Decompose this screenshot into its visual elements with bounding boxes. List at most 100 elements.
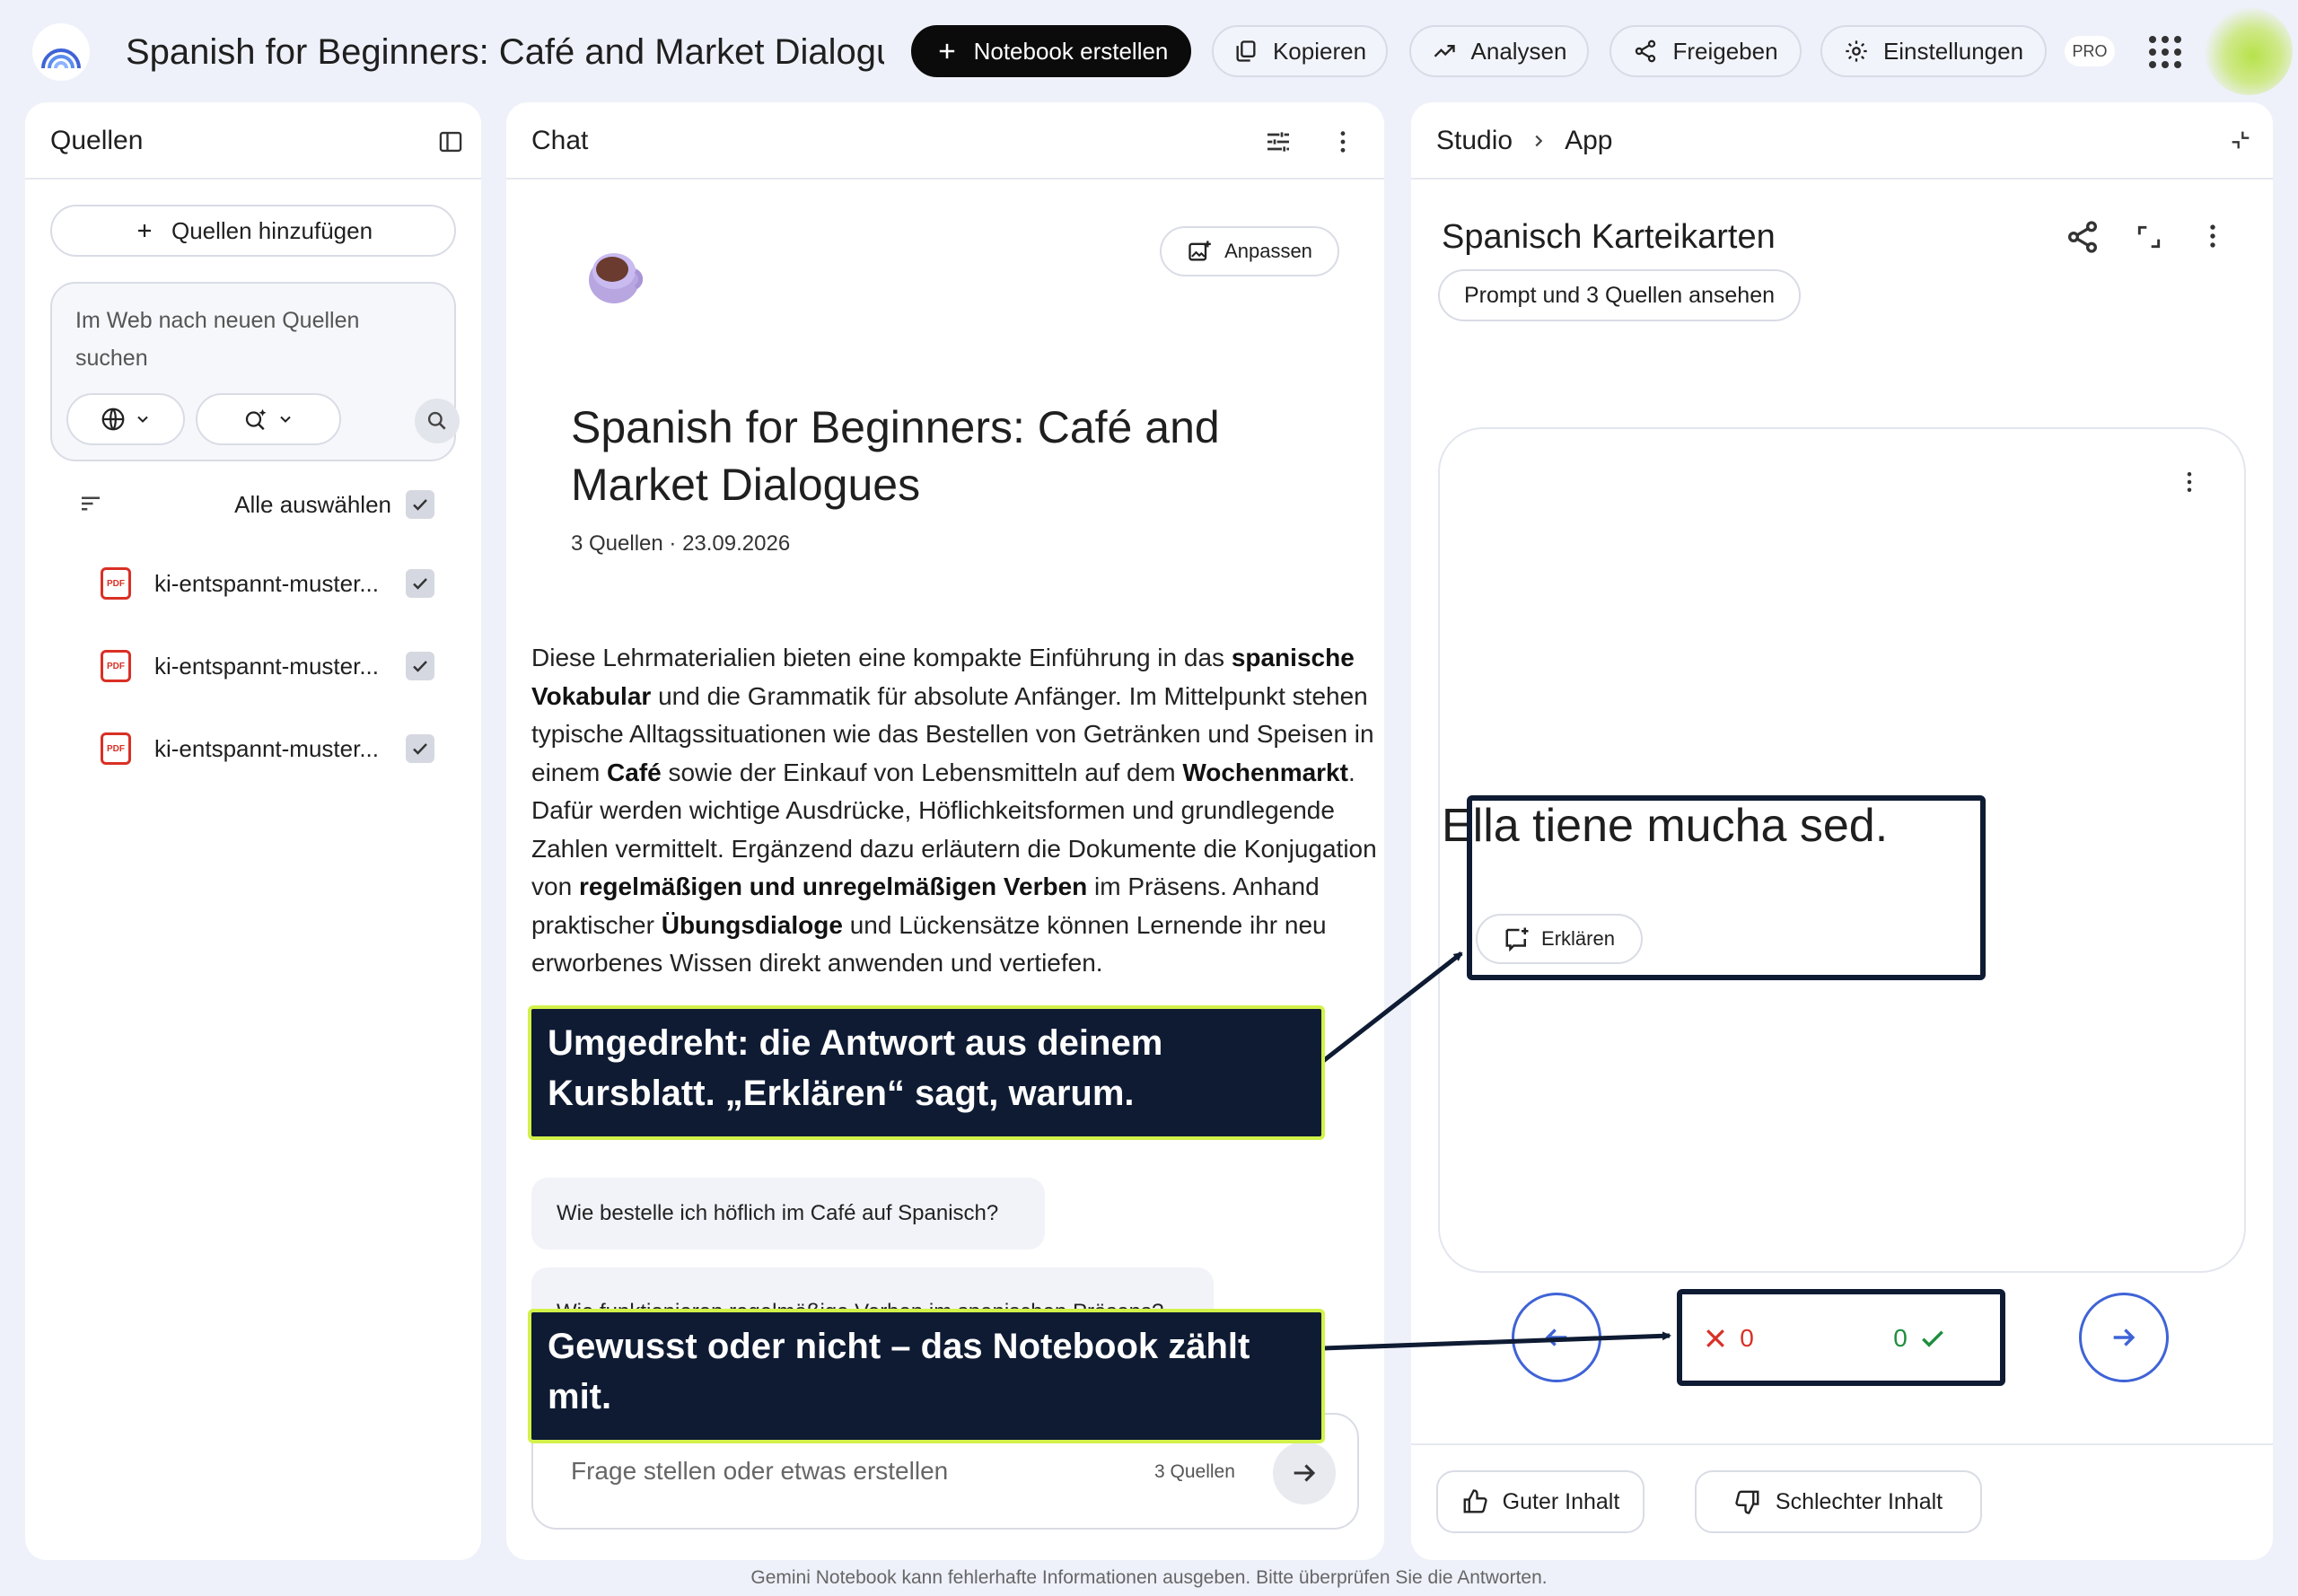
settings-label: Einstellungen bbox=[1882, 37, 2024, 65]
gear-icon bbox=[1846, 40, 1867, 62]
notebook-title[interactable]: Spanish for Beginners: Café and Market D… bbox=[126, 25, 884, 79]
web-search-input[interactable]: Im Web nach neuen Quellen suchen bbox=[75, 302, 417, 377]
summary-emphasis: Wochenmarkt bbox=[1182, 758, 1348, 786]
send-button[interactable] bbox=[1273, 1442, 1336, 1504]
copy-icon bbox=[1236, 40, 1256, 62]
app-logo[interactable] bbox=[32, 23, 90, 81]
customize-button[interactable]: Anpassen bbox=[1160, 226, 1339, 276]
user-avatar[interactable] bbox=[2205, 7, 2293, 95]
suggested-question[interactable]: Wie bestelle ich höflich im Café auf Spa… bbox=[531, 1178, 1045, 1250]
create-notebook-button[interactable]: Notebook erstellen bbox=[911, 25, 1191, 77]
arrow-left-icon bbox=[1545, 1329, 1567, 1346]
breadcrumb: Studio App bbox=[1436, 122, 1612, 160]
card-more-icon[interactable] bbox=[2176, 469, 2203, 495]
add-sources-button[interactable]: Quellen hinzufügen bbox=[50, 205, 456, 257]
filter-sort-icon[interactable] bbox=[77, 490, 104, 517]
trending-up-icon bbox=[1434, 45, 1455, 57]
select-all-row: Alle auswählen bbox=[50, 478, 456, 531]
customize-image-icon bbox=[1188, 241, 1211, 261]
research-mode-dropdown[interactable] bbox=[196, 393, 341, 445]
globe-icon bbox=[101, 408, 125, 431]
arrow-right-icon bbox=[2113, 1329, 2136, 1346]
web-search-submit-button[interactable] bbox=[415, 399, 460, 443]
annotation-highlight-score bbox=[1677, 1289, 2005, 1386]
annotation-highlight-card bbox=[1467, 795, 1986, 980]
view-prompt-sources-button[interactable]: Prompt und 3 Quellen ansehen bbox=[1438, 269, 1801, 321]
plus-icon bbox=[939, 43, 954, 59]
analytics-button[interactable]: Analysen bbox=[1409, 25, 1589, 77]
check-icon bbox=[413, 743, 427, 755]
more-vert-icon[interactable] bbox=[1329, 127, 1357, 156]
more-vert-icon[interactable] bbox=[2197, 221, 2228, 251]
pro-badge: PRO bbox=[2065, 36, 2115, 66]
customize-label: Anpassen bbox=[1224, 240, 1312, 262]
web-source-dropdown[interactable] bbox=[66, 393, 185, 445]
source-item[interactable]: PDF ki-entspannt-muster... bbox=[50, 722, 456, 776]
apps-grid-icon[interactable] bbox=[2145, 32, 2185, 72]
source-item-name: ki-entspannt-muster... bbox=[154, 570, 379, 597]
notebook-heading: Spanish for Beginners: Café and Market D… bbox=[571, 402, 1220, 510]
summary-emphasis: Café bbox=[607, 758, 662, 786]
chat-header: Chat bbox=[506, 102, 1384, 180]
source-item-checkbox[interactable] bbox=[406, 569, 434, 598]
tune-icon[interactable] bbox=[1264, 127, 1293, 156]
summary-emphasis: regelmäßigen und unregelmäßigen Verben bbox=[578, 873, 1088, 900]
share-icon[interactable] bbox=[2065, 219, 2101, 255]
thumbs-up-icon bbox=[1463, 1489, 1487, 1513]
plus-icon bbox=[137, 224, 151, 237]
settings-button[interactable]: Einstellungen bbox=[1820, 25, 2047, 77]
check-icon bbox=[413, 661, 427, 672]
check-icon bbox=[413, 499, 427, 511]
chevron-right-icon bbox=[1535, 135, 1543, 147]
search-icon bbox=[427, 411, 446, 430]
flashcards-title: Spanisch Karteikarten bbox=[1442, 218, 1776, 256]
select-all-checkbox[interactable] bbox=[406, 490, 434, 519]
sources-panel: Quellen Quellen hinzufügen Im Web nach n… bbox=[25, 102, 481, 1560]
notebook-meta: 3 Quellen · 23.09.2026 bbox=[571, 531, 791, 556]
good-content-label: Guter Inhalt bbox=[1502, 1488, 1620, 1514]
summary-emphasis: Übungsdialoge bbox=[661, 910, 843, 939]
check-icon bbox=[413, 578, 427, 590]
breadcrumb-app: App bbox=[1565, 126, 1613, 155]
add-sources-label: Quellen hinzufügen bbox=[171, 216, 373, 244]
sparkle-search-icon bbox=[245, 408, 267, 431]
chevron-down-icon bbox=[137, 416, 148, 423]
good-content-button[interactable]: Guter Inhalt bbox=[1436, 1470, 1645, 1533]
previous-card-button[interactable] bbox=[1512, 1293, 1601, 1382]
thumbs-down-icon bbox=[1735, 1490, 1759, 1514]
notebook-logo-icon bbox=[41, 48, 81, 69]
source-item-checkbox[interactable] bbox=[406, 652, 434, 680]
share-button[interactable]: Freigeben bbox=[1609, 25, 1802, 77]
arrow-right-icon bbox=[1294, 1464, 1316, 1482]
breadcrumb-studio[interactable]: Studio bbox=[1436, 122, 1513, 160]
pdf-icon: PDF bbox=[101, 732, 131, 765]
annotation-callout-top: Umgedreht: die Antwort aus deinem Kursbl… bbox=[528, 1005, 1325, 1140]
web-search-box: Im Web nach neuen Quellen suchen bbox=[50, 282, 460, 461]
analytics-label: Analysen bbox=[1470, 37, 1567, 65]
notebook-summary: Diese Lehrmaterialien bieten eine kompak… bbox=[531, 639, 1384, 1016]
copy-button[interactable]: Kopieren bbox=[1212, 25, 1388, 77]
coffee-cup-emoji-icon bbox=[589, 253, 644, 303]
copy-label: Kopieren bbox=[1272, 37, 1367, 65]
collapse-icon[interactable] bbox=[2228, 127, 2253, 153]
next-card-button[interactable] bbox=[2079, 1293, 2169, 1382]
summary-text: sowie der Einkauf von Lebensmitteln auf … bbox=[661, 758, 1183, 786]
chat-title: Chat bbox=[531, 126, 589, 155]
source-item-name: ki-entspannt-muster... bbox=[154, 653, 379, 680]
source-item[interactable]: PDF ki-entspannt-muster... bbox=[50, 639, 456, 693]
summary-text: Diese Lehrmaterialien bieten eine kompak… bbox=[531, 644, 1232, 671]
share-label: Freigeben bbox=[1672, 37, 1778, 65]
share-icon bbox=[1636, 39, 1656, 63]
sources-header: Quellen bbox=[25, 102, 481, 180]
bad-content-button[interactable]: Schlechter Inhalt bbox=[1695, 1470, 1982, 1533]
chat-input[interactable]: Frage stellen oder etwas erstellen bbox=[571, 1454, 948, 1488]
collapse-panel-icon[interactable] bbox=[438, 129, 463, 154]
source-item-name: ki-entspannt-muster... bbox=[154, 735, 379, 762]
source-item[interactable]: PDF ki-entspannt-muster... bbox=[50, 557, 456, 610]
select-all-label: Alle auswählen bbox=[234, 491, 391, 518]
chat-source-count: 3 Quellen bbox=[1154, 1461, 1235, 1482]
source-item-checkbox[interactable] bbox=[406, 734, 434, 763]
fullscreen-icon[interactable] bbox=[2135, 223, 2163, 251]
disclaimer-footer: Gemini Notebook kann fehlerhafte Informa… bbox=[750, 1567, 1548, 1588]
create-notebook-label: Notebook erstellen bbox=[973, 37, 1169, 65]
